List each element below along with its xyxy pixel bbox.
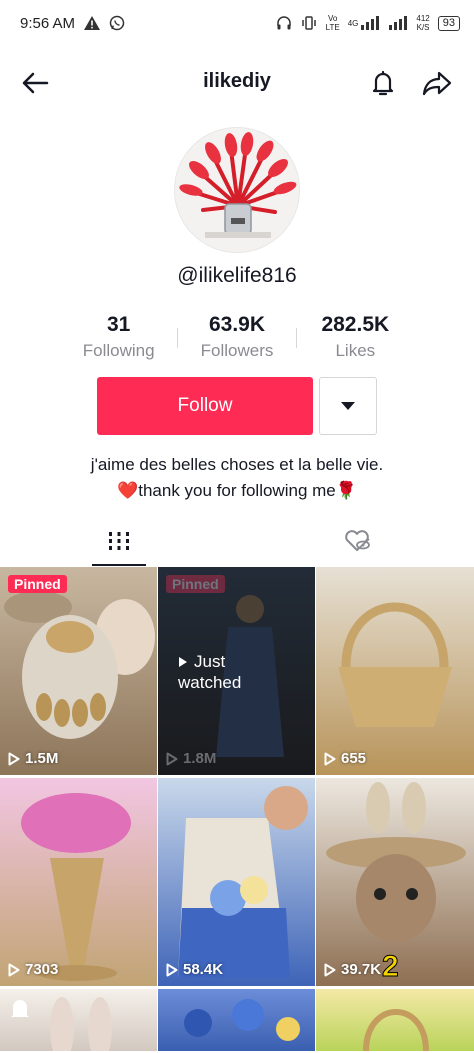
video-grid: Pinned 1.5M Pinned Just watched 1.8M 655 bbox=[0, 567, 474, 1051]
profile-stats: 31 Following 63.9K Followers 282.5K Like… bbox=[60, 310, 414, 366]
avatar-image bbox=[175, 128, 299, 252]
grid-icon bbox=[109, 532, 129, 550]
video-thumbnail bbox=[0, 778, 157, 986]
status-time: 9:56 AM bbox=[20, 14, 76, 32]
stat-likes[interactable]: 282.5K Likes bbox=[297, 312, 414, 364]
tab-liked[interactable] bbox=[330, 515, 384, 567]
play-icon bbox=[179, 656, 187, 667]
tab-videos[interactable] bbox=[92, 515, 146, 567]
profile-tabs bbox=[0, 515, 474, 567]
view-count: 1.8M bbox=[166, 750, 216, 767]
video-tile[interactable]: 655 bbox=[316, 567, 474, 775]
pinned-badge: Pinned bbox=[166, 575, 225, 593]
bio: j'aime des belles choses et la belle vie… bbox=[0, 452, 474, 504]
view-count: 39.7K bbox=[324, 961, 381, 978]
play-icon bbox=[8, 752, 20, 765]
bell-icon bbox=[372, 70, 394, 96]
page-title: ilikediy bbox=[203, 70, 271, 92]
whatsapp-icon bbox=[109, 15, 125, 31]
video-tile[interactable]: 7303 bbox=[0, 778, 157, 986]
video-tile[interactable]: 39.7K 2 bbox=[316, 778, 474, 986]
bio-line: j'aime des belles choses et la belle vie… bbox=[90, 455, 384, 474]
view-count: 1.5M bbox=[8, 750, 58, 767]
video-thumbnail bbox=[316, 567, 474, 775]
video-thumbnail bbox=[0, 567, 157, 775]
warning-icon bbox=[83, 15, 101, 31]
vibrate-icon bbox=[300, 15, 318, 31]
notification-button[interactable] bbox=[366, 66, 400, 100]
share-arrow-icon bbox=[422, 71, 452, 96]
signal-icon-2 bbox=[388, 16, 408, 30]
avatar[interactable] bbox=[174, 127, 300, 253]
play-icon bbox=[324, 963, 336, 976]
video-tile[interactable] bbox=[316, 989, 474, 1051]
video-thumbnail bbox=[158, 778, 315, 986]
video-tile[interactable] bbox=[158, 989, 315, 1051]
video-tile[interactable]: 58.4K bbox=[158, 778, 315, 986]
battery-indicator: 93 bbox=[437, 15, 460, 31]
overlay-number: 2 bbox=[382, 950, 400, 984]
video-tile[interactable]: Pinned 1.5M bbox=[0, 567, 157, 775]
stat-label: Likes bbox=[335, 341, 376, 360]
profile-header: ilikediy bbox=[0, 56, 474, 108]
stat-value: 63.9K bbox=[208, 313, 266, 336]
pinned-badge: Pinned bbox=[8, 575, 67, 593]
caret-down-icon bbox=[341, 402, 355, 410]
signal-icon: 4G bbox=[348, 16, 381, 30]
hidden-heart-icon bbox=[345, 530, 370, 551]
share-button[interactable] bbox=[420, 66, 454, 100]
bio-line: ❤️thank you for following me🌹 bbox=[117, 481, 357, 500]
stat-value: 282.5K bbox=[321, 313, 390, 336]
video-tile[interactable]: Pinned Just watched 1.8M bbox=[158, 567, 315, 775]
play-icon bbox=[8, 963, 20, 976]
view-count: 7303 bbox=[8, 961, 58, 978]
tab-indicator bbox=[92, 564, 146, 566]
follow-button[interactable]: Follow bbox=[97, 377, 313, 435]
volte-indicator: Vo LTE bbox=[325, 14, 340, 32]
view-count: 58.4K bbox=[166, 961, 223, 978]
username: @ilikelife816 bbox=[177, 264, 297, 287]
bell-icon bbox=[6, 995, 34, 1028]
stat-label: Following bbox=[82, 341, 155, 360]
video-tile[interactable] bbox=[0, 989, 157, 1051]
stat-value: 31 bbox=[106, 313, 131, 336]
stat-label: Followers bbox=[200, 341, 274, 360]
just-watched-label: Just watched bbox=[178, 652, 242, 692]
play-icon bbox=[166, 752, 178, 765]
stat-followers[interactable]: 63.9K Followers bbox=[178, 312, 295, 364]
status-bar: 9:56 AM Vo LTE 4G 412 K/S 93 bbox=[0, 0, 474, 46]
video-thumbnail bbox=[158, 989, 315, 1051]
view-count: 655 bbox=[324, 750, 366, 767]
stat-following[interactable]: 31 Following bbox=[60, 312, 177, 364]
play-icon bbox=[166, 963, 178, 976]
play-icon bbox=[324, 752, 336, 765]
video-thumbnail bbox=[316, 989, 474, 1051]
headphones-icon bbox=[276, 15, 292, 31]
network-speed: 412 K/S bbox=[416, 14, 430, 32]
suggested-accounts-button[interactable] bbox=[319, 377, 377, 435]
